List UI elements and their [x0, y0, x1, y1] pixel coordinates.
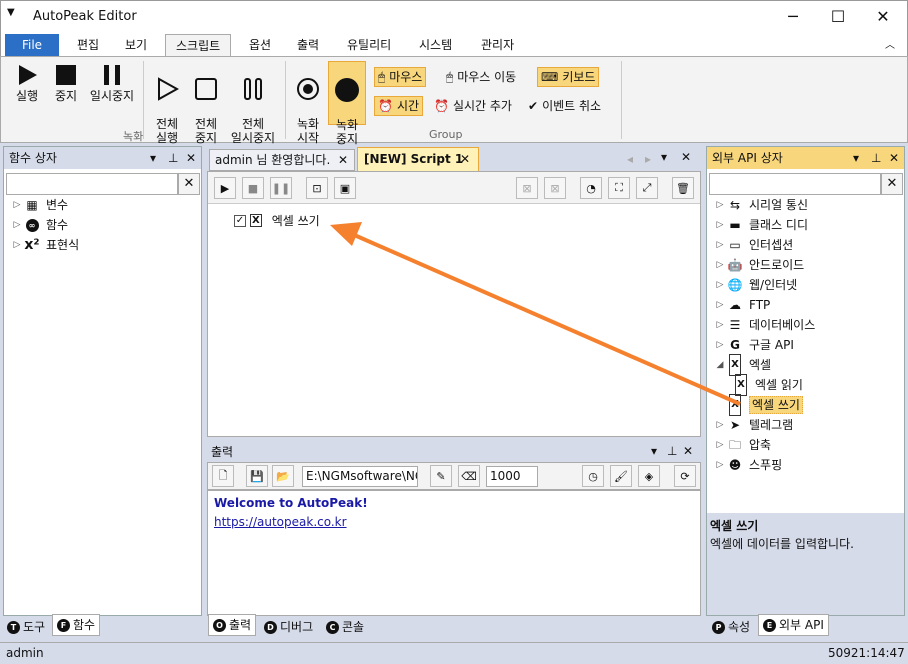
status-bar: admin 50921:14:47 — [0, 642, 908, 664]
status-user: admin — [6, 646, 44, 660]
annotation-arrow — [330, 222, 741, 406]
status-time: 50921:14:47 — [828, 646, 905, 660]
